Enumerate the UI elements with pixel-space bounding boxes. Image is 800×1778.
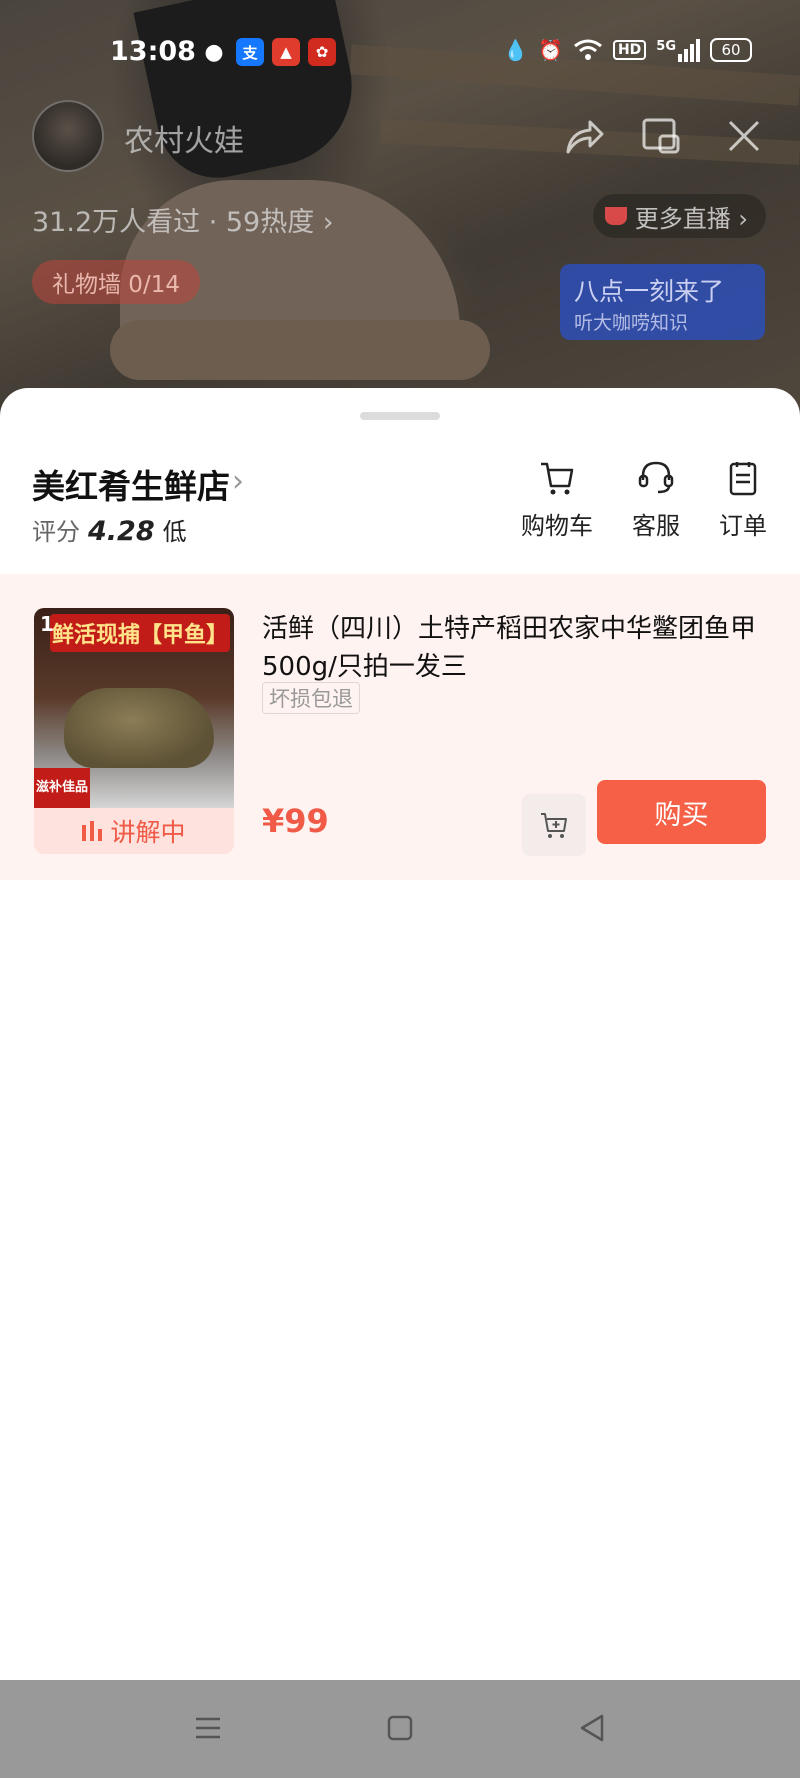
product-title[interactable]: 活鲜（四川）土特产稻田农家中华鳖团鱼甲500g/只拍一发三	[262, 610, 772, 686]
headset-icon	[638, 461, 674, 494]
shop-rating: 评分 4.28 低	[32, 512, 187, 547]
system-nav-bar	[0, 1680, 800, 1778]
gift-wall-button[interactable]: 礼物墙 0/14	[32, 260, 200, 304]
cart-icon	[541, 462, 574, 495]
cart-label: 购物车	[521, 512, 593, 540]
menu-icon[interactable]	[188, 1708, 228, 1748]
data-saver-icon: 💧	[503, 38, 529, 62]
mini-window-icon[interactable]	[640, 114, 684, 158]
customer-service-label: 客服	[632, 512, 680, 540]
product-image[interactable]: 鲜活现捕【甲鱼】 1 滋补佳品	[34, 608, 234, 808]
app-notification-icon: ▲	[272, 38, 300, 66]
add-cart-icon	[541, 813, 567, 838]
more-live-label: 更多直播 ›	[634, 204, 748, 233]
app-notification-icon: ✿	[308, 38, 336, 66]
streamer-name[interactable]: 农村火娃	[124, 116, 244, 160]
hd-icon: HD	[612, 40, 647, 60]
streamer-avatar[interactable]	[32, 100, 104, 172]
status-time: 13:08	[110, 36, 196, 67]
promo-title: 八点一刻来了	[574, 277, 725, 306]
share-icon[interactable]	[562, 114, 606, 158]
alarm-icon: ⏰	[538, 38, 563, 62]
live-bars-icon	[82, 821, 103, 841]
system-indicators: 💧 ⏰ HD 5G 60	[503, 38, 752, 62]
sheet-drag-handle[interactable]	[360, 412, 440, 420]
explaining-label: 讲解中	[110, 818, 186, 847]
home-icon[interactable]	[380, 1708, 420, 1748]
notification-icons: ● 支 ▲ ✿	[200, 38, 336, 66]
wechat-icon: ●	[204, 39, 224, 65]
coffee-cup-icon	[604, 207, 627, 225]
turtle-image	[64, 688, 214, 768]
stream-stats[interactable]: 31.2万人看过 · 59热度 ›	[32, 200, 334, 239]
shop-name[interactable]: 美红肴生鲜店	[32, 460, 230, 508]
signal-icon: 5G	[656, 38, 700, 62]
rating-label: 评分	[32, 518, 80, 546]
promo-banner[interactable]: 八点一刻来了 听大咖唠知识	[560, 264, 765, 340]
orders-label: 订单	[719, 512, 767, 540]
promo-subtitle: 听大咖唠知识	[574, 312, 689, 334]
buy-button[interactable]: 购买	[597, 780, 766, 844]
more-live-button[interactable]: 更多直播 ›	[592, 194, 766, 238]
thumb-tag: 滋补佳品	[34, 768, 90, 808]
product-index-badge: 1	[40, 612, 54, 636]
battery-icon: 60	[710, 38, 752, 62]
order-list-icon	[729, 462, 757, 496]
explaining-badge: 讲解中	[34, 808, 234, 854]
rating-level: 低	[162, 518, 187, 546]
cart-button[interactable]: 购物车	[512, 458, 602, 541]
customer-service-button[interactable]: 客服	[611, 458, 701, 541]
thumb-title: 鲜活现捕【甲鱼】	[50, 614, 230, 652]
orders-button[interactable]: 订单	[698, 458, 788, 541]
return-policy-tag: 坏损包退	[262, 682, 360, 714]
chevron-right-icon[interactable]: ›	[232, 464, 244, 499]
product-card[interactable]: 鲜活现捕【甲鱼】 1 滋补佳品 讲解中 活鲜（四川）土特产稻田农家中华鳖团鱼甲5…	[0, 574, 800, 880]
product-price: ¥99	[262, 802, 329, 840]
shop-bottom-sheet: 美红肴生鲜店 › 评分 4.28 低 购物车 客服 订单 鲜活现捕【甲鱼】 1 …	[0, 388, 800, 1680]
stream-header: 农村火娃	[0, 100, 800, 175]
close-icon[interactable]	[722, 114, 766, 158]
alipay-icon: 支	[236, 38, 264, 66]
status-bar: 13:08 ● 支 ▲ ✿ 💧 ⏰ HD 5G 60	[0, 30, 800, 76]
wifi-icon	[574, 39, 602, 60]
rating-score: 4.28	[88, 516, 155, 547]
add-to-cart-button[interactable]	[522, 794, 586, 856]
back-icon[interactable]	[572, 1708, 612, 1748]
